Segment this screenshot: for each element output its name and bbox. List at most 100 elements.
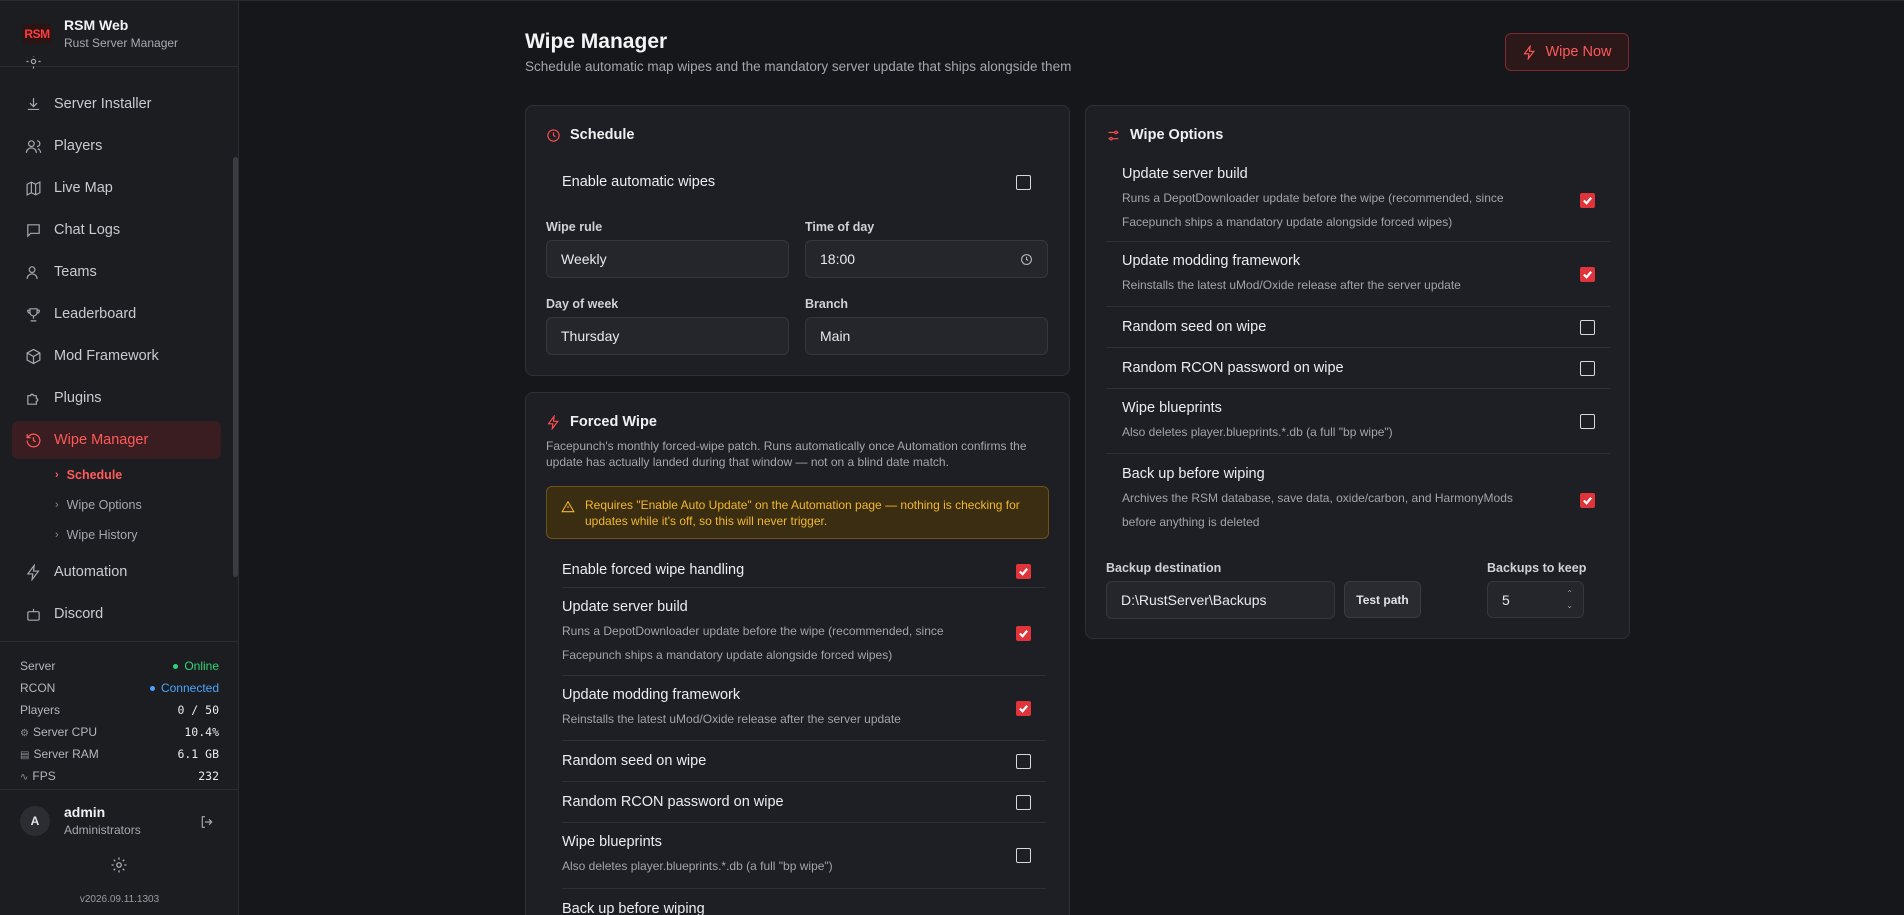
logout-icon[interactable] (199, 814, 215, 830)
option-row[interactable]: Random seed on wipe (1106, 307, 1610, 348)
option-row[interactable]: Update modding framework Reinstalls the … (562, 676, 1046, 741)
update-modding-framework-checkbox[interactable] (1580, 267, 1595, 282)
avatar: A (20, 805, 50, 836)
time-of-day-input[interactable]: 18:00 (805, 240, 1048, 278)
option-title: Wipe blueprints (1122, 400, 1222, 416)
sidebar-item-plugins[interactable]: Plugins (12, 379, 221, 417)
status-value-players: 0 / 50 (177, 703, 219, 717)
app-window: RSM RSM Web Rust Server Manager Server I… (0, 0, 1904, 915)
sidebar-item-discord[interactable]: Discord (12, 595, 221, 633)
user-panel: A admin Administrators (0, 789, 239, 851)
warning-icon (561, 500, 575, 513)
option-row[interactable]: Enable forced wipe handling (562, 551, 1046, 588)
status-row-rcon: RCON Connected (20, 677, 219, 699)
option-row[interactable]: Update modding framework Reinstalls the … (1106, 242, 1610, 307)
forced-wipe-description: Facepunch's monthly forced-wipe patch. R… (546, 439, 1027, 469)
chat-icon (27, 223, 40, 238)
card-title: Wipe Options (1130, 127, 1224, 143)
sidebar-item-players[interactable]: Players (12, 127, 221, 165)
forced-wipe-blueprints-checkbox[interactable] (1016, 848, 1031, 863)
sidebar-item-wipe-manager[interactable]: Wipe Manager (12, 421, 221, 459)
sidebar-item-mod-framework[interactable]: Mod Framework (12, 337, 221, 375)
sidebar-nav: Server Installer Players Live Map Chat L… (0, 56, 233, 634)
update-server-build-checkbox[interactable] (1580, 193, 1595, 208)
sidebar-item-label: Live Map (54, 180, 113, 196)
forced-update-modding-framework-checkbox[interactable] (1016, 701, 1031, 716)
trophy-icon (27, 307, 40, 321)
option-row[interactable]: Update server build Runs a DepotDownload… (562, 588, 1046, 676)
sidebar-item-automation[interactable]: Automation (12, 553, 221, 591)
sidebar-item-teams[interactable]: Teams (12, 253, 221, 291)
sidebar-item-chat-logs[interactable]: Chat Logs (12, 211, 221, 249)
sidebar: RSM RSM Web Rust Server Manager Server I… (0, 1, 239, 915)
option-row[interactable]: Random RCON password on wipe (562, 782, 1046, 823)
wipe-now-button[interactable]: Wipe Now (1505, 33, 1629, 71)
bot-icon (27, 608, 40, 621)
sidebar-item-leaderboard[interactable]: Leaderboard (12, 295, 221, 333)
card-title: Schedule (570, 127, 635, 143)
spinner-arrows-icon[interactable]: ⌃ ⌄ (1566, 588, 1573, 612)
option-title: Update server build (562, 599, 688, 615)
wipe-rule-select[interactable]: Weekly (546, 240, 789, 278)
random-seed-checkbox[interactable] (1580, 320, 1595, 335)
backups-to-keep-input[interactable]: 5 ⌃ ⌄ (1487, 581, 1584, 618)
status-label: RCON (20, 681, 56, 695)
history-icon (26, 433, 41, 447)
day-of-week-select[interactable]: Thursday (546, 317, 789, 355)
option-title: Update modding framework (562, 687, 741, 703)
backup-destination-value: D:\RustServer\Backups (1121, 592, 1267, 608)
sidebar-item-label: Chat Logs (54, 222, 121, 238)
sidebar-subitem-wipe-options[interactable]: › Wipe Options (55, 498, 142, 512)
cube-icon (26, 348, 41, 364)
status-label: Server (20, 659, 56, 673)
sidebar-subitem-wipe-history[interactable]: › Wipe History (55, 528, 138, 542)
option-title: Random seed on wipe (562, 753, 707, 769)
status-text: Connected (160, 681, 219, 695)
test-path-button[interactable]: Test path (1344, 581, 1421, 618)
option-row[interactable]: Random seed on wipe (562, 741, 1046, 782)
option-title: Update modding framework (1122, 253, 1301, 269)
forced-update-server-build-checkbox[interactable] (1016, 626, 1031, 641)
sidebar-item-partial[interactable] (12, 56, 221, 80)
backups-to-keep-value: 5 (1502, 591, 1510, 608)
option-row[interactable]: Update server build Runs a DepotDownload… (1106, 154, 1610, 242)
option-description: Reinstalls the latest uMod/Oxide release… (562, 712, 901, 726)
clock-icon[interactable] (1020, 253, 1033, 266)
status-value-ram: 6.1 GB (177, 747, 219, 761)
wipe-options-card: Wipe Options Update server build Runs a … (1085, 105, 1630, 639)
backup-before-wiping-checkbox[interactable] (1580, 493, 1595, 508)
option-row[interactable]: Random RCON password on wipe (1106, 348, 1610, 389)
sidebar-subitem-schedule[interactable]: › Schedule (55, 468, 122, 482)
status-label: Players (20, 703, 61, 717)
backup-destination-input[interactable]: D:\RustServer\Backups (1106, 581, 1335, 619)
sidebar-item-server-installer[interactable]: Server Installer (12, 85, 221, 123)
sliders-icon (1108, 130, 1119, 140)
bolt-icon (26, 563, 40, 581)
option-row[interactable]: Wipe blueprints Also deletes player.blue… (562, 823, 1046, 889)
user-name: admin (64, 804, 106, 820)
enable-forced-wipe-checkbox[interactable] (1016, 564, 1031, 579)
option-row[interactable]: Wipe blueprints Also deletes player.blue… (1106, 389, 1610, 454)
status-row-cpu: ⚙ Server CPU 10.4% (20, 721, 219, 743)
option-description: Reinstalls the latest uMod/Oxide release… (1122, 278, 1461, 292)
sidebar-item-live-map[interactable]: Live Map (12, 169, 221, 207)
option-row[interactable]: Back up before wiping (562, 889, 1046, 915)
option-title: Wipe blueprints (562, 834, 662, 850)
gear-icon[interactable] (110, 856, 128, 874)
status-label: Server CPU (32, 725, 97, 739)
forced-random-seed-checkbox[interactable] (1016, 754, 1031, 769)
chevron-right-icon: › (55, 469, 59, 481)
enable-automatic-wipes-checkbox[interactable] (1016, 175, 1031, 190)
option-description: Runs a DepotDownloader update before the… (1122, 191, 1504, 229)
wipe-blueprints-checkbox[interactable] (1580, 414, 1595, 429)
enable-automatic-wipes-label: Enable automatic wipes (562, 174, 716, 190)
option-title: Random RCON password on wipe (562, 794, 784, 810)
sidebar-item-label: Discord (54, 606, 104, 622)
time-of-day-label: Time of day (805, 220, 875, 234)
forced-random-rcon-password-checkbox[interactable] (1016, 795, 1031, 810)
chevron-right-icon: › (55, 529, 59, 541)
option-row[interactable]: Back up before wiping Archives the RSM d… (1106, 454, 1610, 542)
sidebar-scrollbar[interactable] (233, 157, 238, 577)
branch-select[interactable]: Main (805, 317, 1048, 355)
random-rcon-password-checkbox[interactable] (1580, 361, 1595, 376)
